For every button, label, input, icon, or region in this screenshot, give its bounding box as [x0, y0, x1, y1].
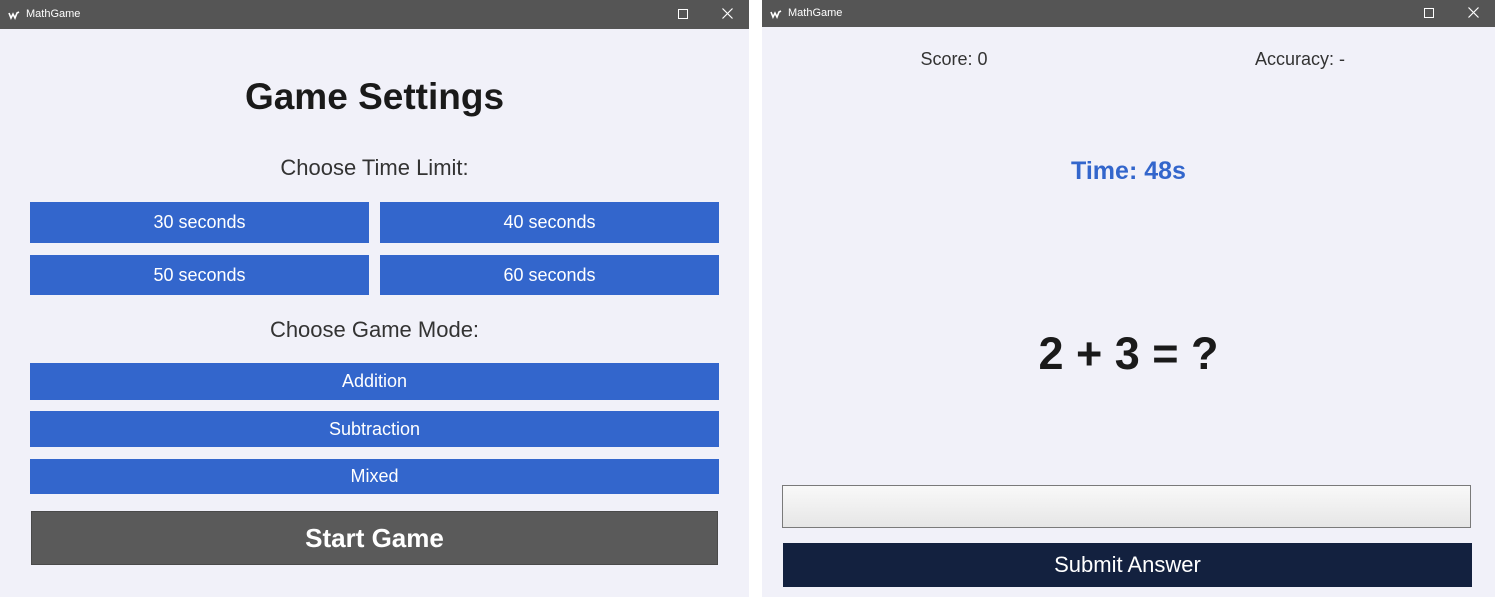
time-30-button[interactable]: 30 seconds [30, 202, 369, 243]
time-40-button[interactable]: 40 seconds [380, 202, 719, 243]
window-title: MathGame [788, 7, 843, 19]
titlebar[interactable]: MathGame [762, 0, 1495, 27]
app-logo-icon [770, 7, 782, 19]
settings-window: MathGame Game Settings Choose Time Limit… [0, 0, 749, 597]
score-label: Score: 0 [920, 49, 988, 69]
app-logo-icon [8, 8, 20, 20]
close-button[interactable] [1451, 0, 1495, 27]
maximize-button[interactable] [661, 0, 705, 29]
game-mode-label: Choose Game Mode: [269, 317, 480, 342]
close-icon [1467, 5, 1479, 23]
page-title: Game Settings [244, 76, 505, 117]
timer-label: Time: 48s [1071, 157, 1186, 185]
question-text: 2 + 3 = ? [1038, 328, 1219, 379]
mode-subtraction-button[interactable]: Subtraction [30, 411, 719, 447]
mode-mixed-button[interactable]: Mixed [30, 459, 719, 494]
mode-addition-button[interactable]: Addition [30, 363, 719, 400]
close-icon [721, 6, 733, 24]
time-50-button[interactable]: 50 seconds [30, 255, 369, 295]
titlebar[interactable]: MathGame [0, 0, 749, 29]
time-limit-label: Choose Time Limit: [280, 155, 469, 180]
maximize-button[interactable] [1407, 0, 1451, 27]
maximize-icon [1424, 5, 1434, 23]
game-window: MathGame Score: 0 Accuracy: - Time: 48s … [762, 0, 1495, 597]
time-60-button[interactable]: 60 seconds [380, 255, 719, 295]
start-game-button[interactable]: Start Game [31, 511, 718, 565]
maximize-icon [678, 6, 688, 24]
submit-answer-button[interactable]: Submit Answer [783, 543, 1472, 587]
accuracy-label: Accuracy: - [1254, 49, 1346, 69]
answer-input[interactable] [782, 485, 1471, 528]
window-title: MathGame [26, 8, 81, 20]
close-button[interactable] [705, 0, 749, 29]
